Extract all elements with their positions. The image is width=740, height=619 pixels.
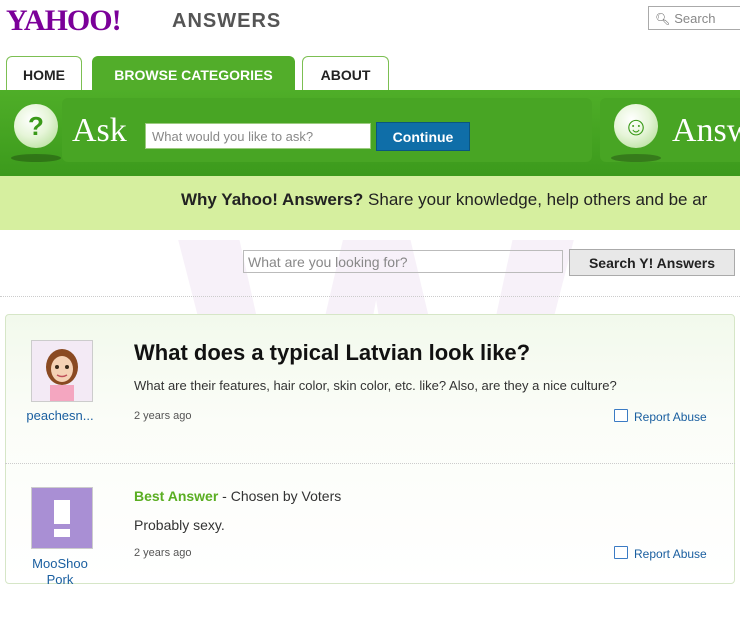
- answer-time: 2 years ago: [134, 547, 192, 559]
- asker-avatar[interactable]: [31, 340, 93, 402]
- answerer-avatar[interactable]: [31, 487, 93, 549]
- why-text: Share your knowledge, help others and be…: [363, 190, 708, 209]
- tab-home[interactable]: HOME: [6, 56, 82, 90]
- question-search-row: What are you looking for? Search Y! Answ…: [0, 230, 740, 297]
- search-answers-button[interactable]: Search Y! Answers: [569, 249, 735, 276]
- yahoo-logo[interactable]: YAHOO!: [6, 4, 122, 38]
- answer-report-abuse-link[interactable]: Report Abuse: [614, 546, 707, 561]
- ask-input[interactable]: What would you like to ask?: [145, 123, 371, 149]
- question-search-input[interactable]: What are you looking for?: [243, 250, 563, 273]
- best-answer-header: Best Answer - Chosen by Voters: [134, 488, 341, 504]
- question-bubble-icon: ?: [14, 104, 58, 148]
- why-heading: Why Yahoo! Answers?: [181, 190, 364, 209]
- chosen-by-label: - Chosen by Voters: [218, 488, 342, 504]
- flag-icon: [614, 546, 628, 559]
- answerer-username[interactable]: MooShoo: [20, 556, 100, 571]
- ask-answer-bar: ? Ask What would you like to ask? Contin…: [0, 90, 740, 176]
- best-answer-label: Best Answer: [134, 488, 219, 504]
- answerer-username-line2[interactable]: Pork: [20, 572, 100, 587]
- ask-bubble-shadow: [11, 154, 61, 162]
- question-body: What are their features, hair color, ski…: [134, 378, 617, 393]
- question-time: 2 years ago: [134, 410, 192, 422]
- why-banner: Why Yahoo! Answers? Share your knowledge…: [0, 176, 740, 230]
- search-icon: 🔍︎: [655, 12, 671, 26]
- answer-bubble-shadow: [611, 154, 661, 162]
- best-answer-text: Probably sexy.: [134, 517, 225, 533]
- tab-about[interactable]: ABOUT: [302, 56, 389, 90]
- top-search-input[interactable]: 🔍︎ Search: [648, 6, 740, 30]
- report-abuse-label: Report Abuse: [634, 410, 707, 424]
- answer-label[interactable]: Answ: [672, 112, 740, 150]
- report-abuse-label: Report Abuse: [634, 547, 707, 561]
- flag-icon: [614, 409, 628, 422]
- answer-divider: [5, 463, 735, 464]
- header: YAHOO! ANSWERS 🔍︎ Search: [0, 0, 740, 46]
- nav-tabs: HOME BROWSE CATEGORIES ABOUT: [0, 56, 740, 90]
- tab-browse-categories[interactable]: BROWSE CATEGORIES: [92, 56, 295, 90]
- asker-username[interactable]: peachesn...: [20, 408, 100, 423]
- question-report-abuse-link[interactable]: Report Abuse: [614, 409, 707, 424]
- top-search-placeholder: Search: [674, 11, 716, 26]
- ask-label: Ask: [72, 112, 127, 149]
- answers-logo-text[interactable]: ANSWERS: [172, 10, 281, 33]
- question-title: What does a typical Latvian look like?: [134, 340, 531, 365]
- continue-button[interactable]: Continue: [376, 122, 470, 151]
- smiley-bubble-icon: ☺: [614, 104, 658, 148]
